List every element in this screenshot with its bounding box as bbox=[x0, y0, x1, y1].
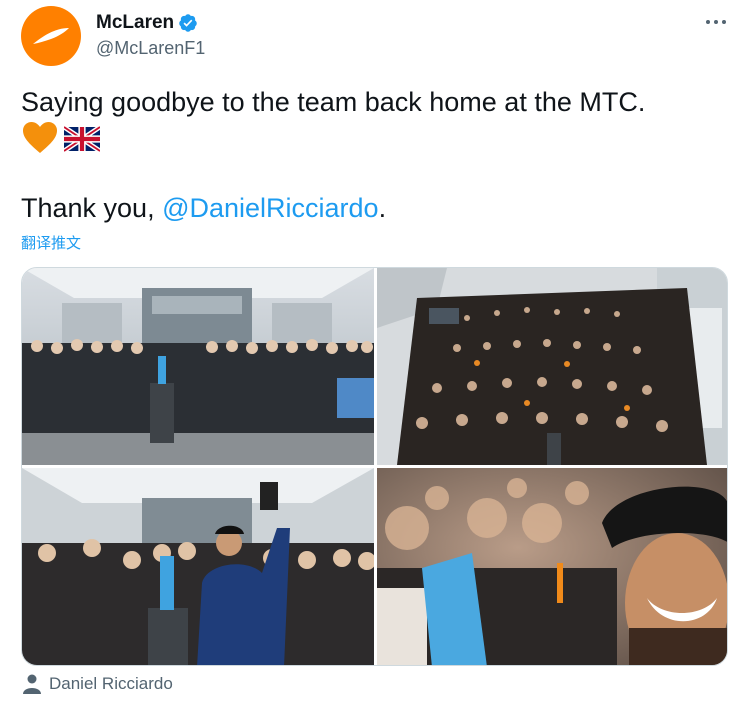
tweet-thanks-line: Thank you, @DanielRicciardo. bbox=[21, 190, 386, 226]
display-name[interactable]: McLaren bbox=[96, 12, 174, 34]
tweet-text: Saying goodbye to the team back home at … bbox=[21, 84, 731, 120]
thanks-prefix: Thank you, bbox=[21, 193, 163, 223]
author-name-row[interactable]: McLaren bbox=[96, 12, 198, 34]
mclaren-avatar[interactable] bbox=[21, 6, 81, 66]
tagged-user-name[interactable]: Daniel Ricciardo bbox=[49, 674, 173, 694]
user-tag-icon bbox=[23, 674, 41, 694]
tagged-user[interactable]: Daniel Ricciardo bbox=[23, 674, 173, 694]
mention-link[interactable]: @DanielRicciardo bbox=[162, 193, 379, 223]
photo-4[interactable] bbox=[377, 468, 727, 665]
photo-1[interactable] bbox=[22, 268, 374, 465]
tweet-text-line: Saying goodbye to the team back home at … bbox=[21, 87, 646, 117]
author-handle[interactable]: @McLarenF1 bbox=[96, 38, 205, 59]
verified-badge-icon bbox=[179, 14, 197, 32]
emoji-row bbox=[22, 121, 100, 155]
photo-3[interactable] bbox=[22, 468, 374, 665]
more-icon[interactable] bbox=[704, 13, 728, 31]
photo-2[interactable] bbox=[377, 268, 727, 465]
orange-heart-emoji bbox=[23, 122, 57, 153]
thanks-suffix: . bbox=[378, 193, 387, 223]
uk-flag-emoji bbox=[64, 126, 100, 152]
translate-tweet-link[interactable]: 翻译推文 bbox=[21, 232, 81, 253]
media-grid bbox=[21, 267, 728, 666]
mclaren-logo-icon bbox=[33, 28, 69, 44]
